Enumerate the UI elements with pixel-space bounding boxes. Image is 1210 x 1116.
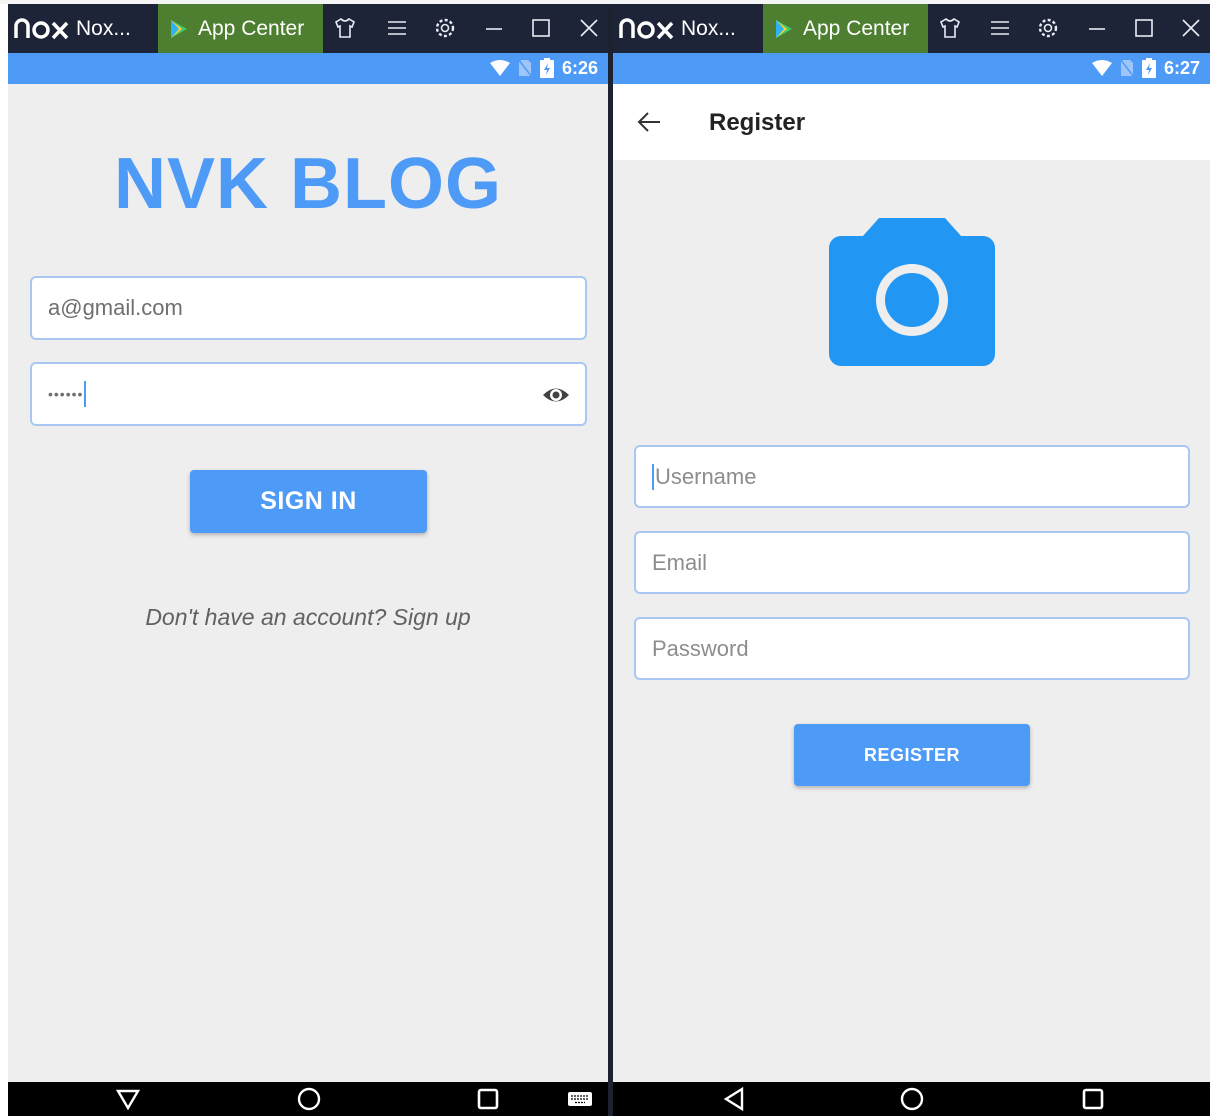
android-status-bar: 6:27 bbox=[613, 53, 1210, 84]
keyboard-icon[interactable] bbox=[567, 1086, 593, 1112]
password-input[interactable]: Password bbox=[634, 617, 1190, 680]
text-cursor bbox=[652, 463, 654, 490]
email-value: a@gmail.com bbox=[48, 295, 183, 320]
no-sim-icon bbox=[1119, 59, 1134, 77]
password-value: •••••• bbox=[48, 386, 84, 402]
close-icon[interactable] bbox=[1179, 16, 1203, 40]
wifi-icon bbox=[1091, 60, 1112, 76]
camera-icon[interactable] bbox=[827, 216, 997, 368]
app-center-label: App Center bbox=[803, 17, 910, 40]
app-center-tab[interactable]: App Center bbox=[158, 4, 323, 53]
app-center-label: App Center bbox=[198, 17, 305, 40]
battery-icon bbox=[539, 58, 554, 78]
nav-back-icon[interactable] bbox=[115, 1086, 141, 1112]
shirt-icon[interactable] bbox=[333, 16, 357, 40]
nav-recents-icon[interactable] bbox=[475, 1086, 501, 1112]
app-title: NVK BLOG bbox=[113, 144, 502, 224]
minimize-icon[interactable] bbox=[1085, 16, 1109, 40]
minimize-icon[interactable] bbox=[482, 16, 506, 40]
nox-tab-label[interactable]: Nox... bbox=[76, 16, 131, 42]
android-nav-bar bbox=[613, 1082, 1210, 1116]
email-placeholder: Email bbox=[652, 549, 708, 575]
shirt-icon[interactable] bbox=[938, 16, 962, 40]
register-button[interactable]: REGISTER bbox=[794, 724, 1030, 786]
nox-logo-icon bbox=[14, 18, 69, 40]
gear-icon[interactable] bbox=[1036, 16, 1060, 40]
menu-icon[interactable] bbox=[988, 16, 1012, 40]
app-center-tab[interactable]: App Center bbox=[763, 4, 928, 53]
register-emulator-window: Nox... App Center 6:27 Register Username… bbox=[613, 4, 1210, 1116]
emulator-title-bar[interactable]: Nox... App Center bbox=[8, 4, 608, 53]
gear-icon[interactable] bbox=[433, 16, 457, 40]
menu-icon[interactable] bbox=[385, 16, 409, 40]
android-nav-bar bbox=[8, 1082, 608, 1116]
maximize-icon[interactable] bbox=[1132, 16, 1156, 40]
play-store-icon bbox=[776, 20, 792, 38]
android-status-bar: 6:26 bbox=[8, 53, 608, 84]
password-placeholder: Password bbox=[652, 635, 749, 661]
status-time: 6:26 bbox=[561, 58, 598, 78]
email-input[interactable]: a@gmail.com bbox=[30, 276, 587, 340]
register-toolbar: Register bbox=[613, 84, 1210, 160]
play-store-icon bbox=[171, 20, 187, 38]
page-title: Register bbox=[709, 109, 806, 136]
maximize-icon[interactable] bbox=[529, 16, 553, 40]
nav-recents-icon[interactable] bbox=[1080, 1086, 1106, 1112]
sign-in-button[interactable]: SIGN IN bbox=[190, 470, 427, 533]
eye-icon[interactable] bbox=[541, 381, 571, 409]
close-icon[interactable] bbox=[577, 16, 601, 40]
text-cursor bbox=[84, 381, 87, 407]
password-input[interactable]: •••••• bbox=[30, 362, 587, 426]
status-time: 6:27 bbox=[1163, 58, 1200, 78]
emulator-title-bar[interactable]: Nox... App Center bbox=[613, 4, 1210, 53]
nav-home-icon[interactable] bbox=[296, 1086, 322, 1112]
signup-link[interactable]: Don't have an account? Sign up bbox=[8, 604, 608, 631]
email-input[interactable]: Email bbox=[634, 531, 1190, 594]
wifi-icon bbox=[489, 60, 510, 76]
no-sim-icon bbox=[517, 59, 532, 77]
login-emulator-window: Nox... App Center 6:26 NVK BLOG a@gmail.… bbox=[8, 4, 608, 1116]
username-placeholder: Username bbox=[655, 463, 757, 489]
nox-logo-icon bbox=[619, 18, 674, 40]
nox-tab-label[interactable]: Nox... bbox=[681, 16, 736, 42]
nav-back-icon[interactable] bbox=[721, 1086, 747, 1112]
nav-home-icon[interactable] bbox=[899, 1086, 925, 1112]
battery-icon bbox=[1141, 58, 1156, 78]
username-input[interactable]: Username bbox=[634, 445, 1190, 508]
back-arrow-icon[interactable] bbox=[635, 108, 663, 136]
